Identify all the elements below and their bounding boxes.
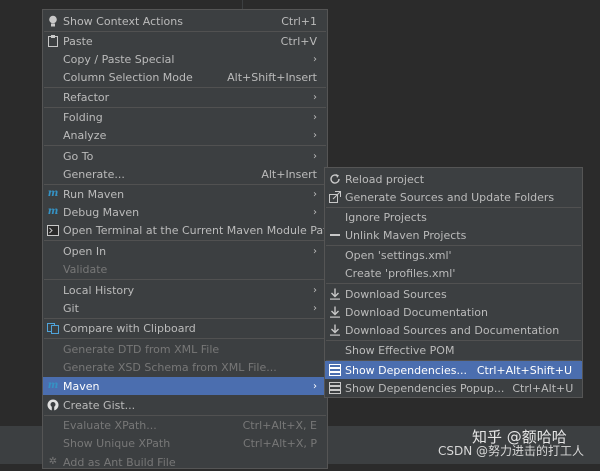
bulb-icon <box>47 15 59 27</box>
dependencies-icon <box>329 364 341 376</box>
download-icon <box>329 324 341 336</box>
submenu-item-create-profiles-xml[interactable]: Create 'profiles.xml' <box>325 264 582 282</box>
separator <box>44 338 326 339</box>
separator <box>44 240 326 241</box>
submenu-item-download-documentation[interactable]: Download Documentation <box>325 303 582 321</box>
maven-icon: m <box>47 206 59 217</box>
maven-icon: m <box>47 380 59 391</box>
menu-item-generate[interactable]: Generate... Alt+Insert <box>43 165 327 183</box>
separator <box>44 279 326 280</box>
submenu-item-open-settings-xml[interactable]: Open 'settings.xml' <box>325 246 582 264</box>
terminal-icon <box>47 224 59 236</box>
watermark-csdn: CSDN @努力进击的打工人 <box>438 444 585 458</box>
submenu-item-show-effective-pom[interactable]: Show Effective POM <box>325 341 582 359</box>
menu-item-debug-maven[interactable]: m Debug Maven › <box>43 203 327 221</box>
chevron-right-icon: › <box>313 302 317 314</box>
menu-item-generate-xsd[interactable]: Generate XSD Schema from XML File... <box>43 358 327 376</box>
submenu-item-reload-project[interactable]: Reload project <box>325 170 582 188</box>
submenu-item-download-sources-and-documentation[interactable]: Download Sources and Documentation <box>325 321 582 339</box>
menu-item-validate[interactable]: Validate <box>43 260 327 278</box>
separator <box>326 283 581 284</box>
submenu-item-download-sources[interactable]: Download Sources <box>325 285 582 303</box>
chevron-right-icon: › <box>313 53 317 65</box>
menu-item-column-selection-mode[interactable]: Column Selection Mode Alt+Shift+Insert <box>43 68 327 86</box>
menu-item-run-maven[interactable]: m Run Maven › <box>43 185 327 203</box>
menu-item-maven[interactable]: m Maven › <box>43 377 327 395</box>
chevron-right-icon: › <box>313 206 317 218</box>
chevron-right-icon: › <box>313 380 317 392</box>
chevron-right-icon: › <box>313 91 317 103</box>
menu-item-compare-with-clipboard[interactable]: Compare with Clipboard <box>43 319 327 337</box>
reload-icon <box>329 173 341 185</box>
ant-icon: ✲ <box>48 456 58 467</box>
menu-item-generate-dtd[interactable]: Generate DTD from XML File <box>43 340 327 358</box>
menu-item-paste[interactable]: Paste Ctrl+V <box>43 32 327 50</box>
menu-item-local-history[interactable]: Local History › <box>43 281 327 299</box>
menu-item-show-context-actions[interactable]: Show Context Actions Ctrl+1 <box>43 12 327 30</box>
menu-item-open-in[interactable]: Open In › <box>43 242 327 260</box>
github-icon <box>47 399 59 411</box>
menu-item-analyze[interactable]: Analyze › <box>43 126 327 144</box>
compare-icon <box>47 322 59 334</box>
chevron-right-icon: › <box>313 188 317 200</box>
menu-item-open-terminal[interactable]: Open Terminal at the Current Maven Modul… <box>43 221 334 239</box>
chevron-right-icon: › <box>313 111 317 123</box>
download-icon <box>329 288 341 300</box>
menu-item-go-to[interactable]: Go To › <box>43 147 327 165</box>
menu-item-folding[interactable]: Folding › <box>43 108 327 126</box>
menu-item-git[interactable]: Git › <box>43 299 327 317</box>
maven-icon: m <box>47 188 59 199</box>
submenu-item-show-dependencies[interactable]: Show Dependencies... Ctrl+Alt+Shift+U <box>325 361 582 379</box>
menu-item-copy-paste-special[interactable]: Copy / Paste Special › <box>43 50 327 68</box>
menu-item-add-as-ant-build-file[interactable]: ✲ Add as Ant Build File <box>43 453 327 471</box>
separator <box>44 145 326 146</box>
submenu-item-ignore-projects[interactable]: Ignore Projects <box>325 208 582 226</box>
chevron-right-icon: › <box>313 150 317 162</box>
menu-item-refactor[interactable]: Refactor › <box>43 88 327 106</box>
menu-item-evaluate-xpath[interactable]: Evaluate XPath... Ctrl+Alt+X, E <box>43 416 327 434</box>
submenu-item-generate-sources[interactable]: Generate Sources and Update Folders <box>325 188 582 206</box>
minus-icon <box>329 229 341 241</box>
menu-item-show-unique-xpath[interactable]: Show Unique XPath Ctrl+Alt+X, P <box>43 434 327 452</box>
download-icon <box>329 306 341 318</box>
submenu-item-show-dependencies-popup[interactable]: Show Dependencies Popup... Ctrl+Alt+U <box>325 379 582 397</box>
chevron-right-icon: › <box>313 284 317 296</box>
clipboard-icon <box>47 35 59 47</box>
menu-item-create-gist[interactable]: Create Gist... <box>43 396 327 414</box>
submenu-item-unlink-maven-projects[interactable]: Unlink Maven Projects <box>325 226 582 244</box>
maven-submenu: Reload project Generate Sources and Upda… <box>324 167 583 398</box>
editor-context-menu: Show Context Actions Ctrl+1 Paste Ctrl+V… <box>42 9 334 471</box>
chevron-right-icon: › <box>313 129 317 141</box>
generate-sources-icon <box>329 191 341 203</box>
dependencies-icon <box>329 382 341 394</box>
chevron-right-icon: › <box>313 245 317 257</box>
